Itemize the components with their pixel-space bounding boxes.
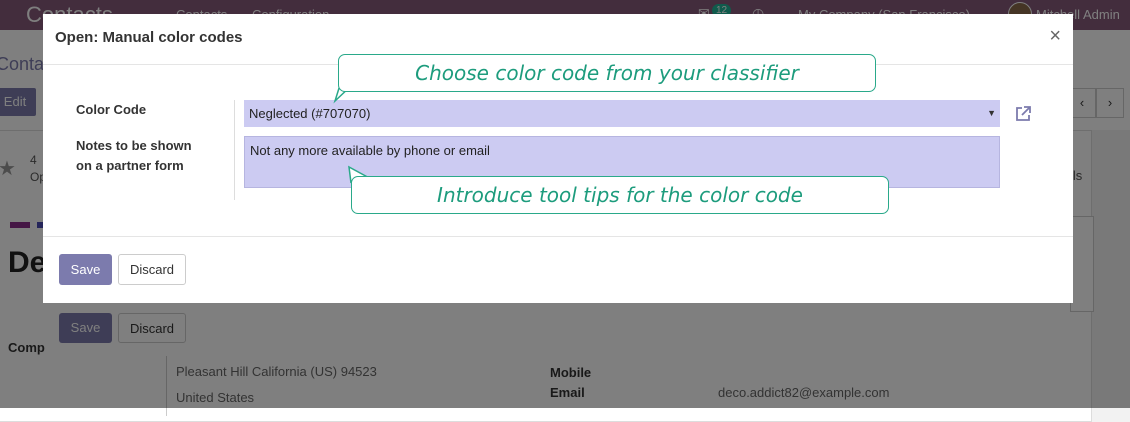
- discard-button[interactable]: Discard: [118, 254, 186, 285]
- close-icon[interactable]: ×: [1049, 26, 1061, 46]
- dialog-title: Open: Manual color codes: [55, 29, 243, 46]
- footer-divider: [43, 236, 1073, 237]
- tooltip-choose-color: Choose color code from your classifier: [338, 54, 876, 92]
- notes-label-line1: Notes to be shown: [76, 138, 192, 153]
- save-button[interactable]: Save: [59, 254, 112, 285]
- color-code-select[interactable]: Neglected (#707070) ▼: [244, 100, 1000, 127]
- label-separator: [234, 100, 235, 200]
- notes-label-line2: on a partner form: [76, 158, 184, 173]
- color-code-label: Color Code: [76, 102, 147, 117]
- chevron-down-icon[interactable]: ▼: [987, 100, 996, 127]
- tooltip-introduce-tips: Introduce tool tips for the color code: [351, 176, 889, 214]
- external-link-icon[interactable]: [1013, 104, 1033, 124]
- color-code-value: Neglected (#707070): [249, 106, 371, 121]
